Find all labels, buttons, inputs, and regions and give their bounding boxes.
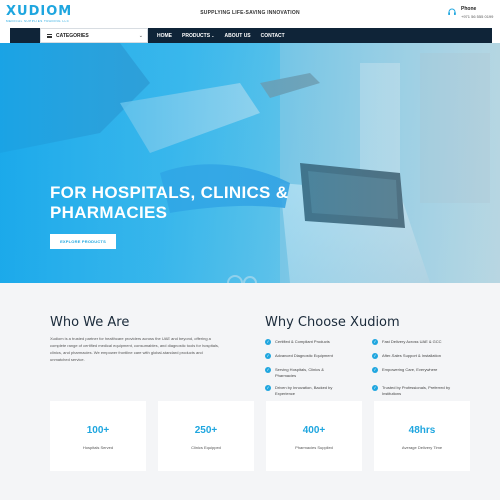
stat-card: 400+ Pharmacies Supplied bbox=[266, 401, 362, 471]
stat-card: 250+ Clinics Equipped bbox=[158, 401, 254, 471]
nav-contact[interactable]: CONTACT bbox=[261, 33, 285, 39]
check-icon: ✓ bbox=[265, 366, 271, 373]
about-section: Who We Are Xudiom is a trusted partner f… bbox=[0, 283, 500, 500]
feature-text: After-Sales Support & Installation bbox=[382, 353, 441, 358]
feature-text: Fast Delivery Across UAE & GCC bbox=[382, 339, 442, 344]
top-header: XUDIOM MEDICAL SUPPLIES TRADING LLC SUPP… bbox=[0, 0, 500, 28]
why-choose-heading: Why Choose Xudiom bbox=[265, 315, 400, 330]
feature-item: ✓ Driven by Innovation, Backed by Experie… bbox=[265, 384, 353, 396]
phone-number[interactable]: +971 56 555 0199 bbox=[461, 14, 493, 19]
feature-item: ✓ Fast Delivery Across UAE & GCC bbox=[372, 338, 472, 345]
menu-icon bbox=[47, 33, 52, 38]
tagline: SUPPLYING LIFE-SAVING INNOVATION bbox=[200, 10, 300, 16]
who-we-are-text: Xudiom is a trusted partner for healthca… bbox=[50, 336, 219, 362]
check-icon: ✓ bbox=[265, 338, 271, 345]
stat-value: 100+ bbox=[86, 425, 110, 436]
stat-value: 250+ bbox=[194, 425, 218, 436]
stat-label: Clinics Equipped bbox=[191, 445, 221, 450]
logo-subtitle: MEDICAL SUPPLIES TRADING LLC bbox=[6, 19, 70, 23]
feature-item: ✓ Certified & Compliant Products bbox=[265, 338, 365, 345]
stat-card: 48hrs Average Delivery Time bbox=[374, 401, 470, 471]
feature-text: Trusted by Professionals, Preferred by I… bbox=[382, 385, 451, 396]
stat-label: Hospitals Served bbox=[82, 445, 114, 450]
stat-value: 48hrs bbox=[408, 425, 436, 436]
check-icon: ✓ bbox=[372, 366, 378, 373]
feature-item: ✓ Empowering Care, Everywhere bbox=[372, 366, 472, 373]
feature-item: ✓ After-Sales Support & Installation bbox=[372, 352, 472, 359]
nav-products-label: PRODUCTS bbox=[182, 32, 211, 39]
check-icon: ✓ bbox=[372, 352, 378, 359]
stat-label: Average Delivery Time bbox=[401, 445, 443, 450]
feature-item: ✓ Serving Hospitals, Clinics & Pharmacies bbox=[265, 366, 337, 378]
hero-banner: FOR HOSPITALS, CLINICS & PHARMACIES EXPL… bbox=[0, 43, 500, 283]
stat-value: 400+ bbox=[302, 425, 326, 436]
stat-card: 100+ Hospitals Served bbox=[50, 401, 146, 471]
check-icon: ✓ bbox=[372, 338, 378, 345]
feature-item: ✓ Trusted by Professionals, Preferred by … bbox=[372, 384, 464, 396]
feature-item: ✓ Advanced Diagnostic Equipment bbox=[265, 352, 365, 359]
feature-text: Advanced Diagnostic Equipment bbox=[275, 353, 333, 358]
hero-title: FOR HOSPITALS, CLINICS & PHARMACIES bbox=[50, 183, 289, 222]
nav-home[interactable]: HOME bbox=[157, 33, 172, 39]
main-nav: HOME PRODUCTS ⌄ ABOUT US CONTACT bbox=[157, 28, 295, 43]
stat-label: Pharmacies Supplied bbox=[295, 445, 333, 450]
categories-dropdown[interactable]: CATEGORIES ⌄ bbox=[40, 28, 148, 43]
check-icon: ✓ bbox=[372, 384, 378, 391]
categories-label: CATEGORIES bbox=[56, 32, 89, 39]
nav-products[interactable]: PRODUCTS ⌄ bbox=[182, 33, 215, 39]
explore-products-button[interactable]: EXPLORE PRODUCTS bbox=[50, 234, 116, 249]
nav-about-us[interactable]: ABOUT US bbox=[225, 33, 251, 39]
feature-text: Serving Hospitals, Clinics & Pharmacies bbox=[275, 367, 324, 378]
headset-icon bbox=[448, 8, 456, 15]
feature-text: Empowering Care, Everywhere bbox=[382, 367, 438, 372]
phone-label: Phone bbox=[461, 6, 477, 12]
chevron-down-icon: ⌄ bbox=[210, 32, 215, 38]
who-we-are-heading: Who We Are bbox=[50, 315, 130, 330]
check-icon: ✓ bbox=[265, 384, 271, 391]
feature-text: Certified & Compliant Products bbox=[275, 339, 330, 344]
check-icon: ✓ bbox=[265, 352, 271, 359]
feature-text: Driven by Innovation, Backed by Experien… bbox=[275, 385, 333, 396]
main-nav-bar: CATEGORIES ⌄ HOME PRODUCTS ⌄ ABOUT US CO… bbox=[10, 28, 492, 43]
chevron-down-icon: ⌄ bbox=[138, 33, 143, 39]
